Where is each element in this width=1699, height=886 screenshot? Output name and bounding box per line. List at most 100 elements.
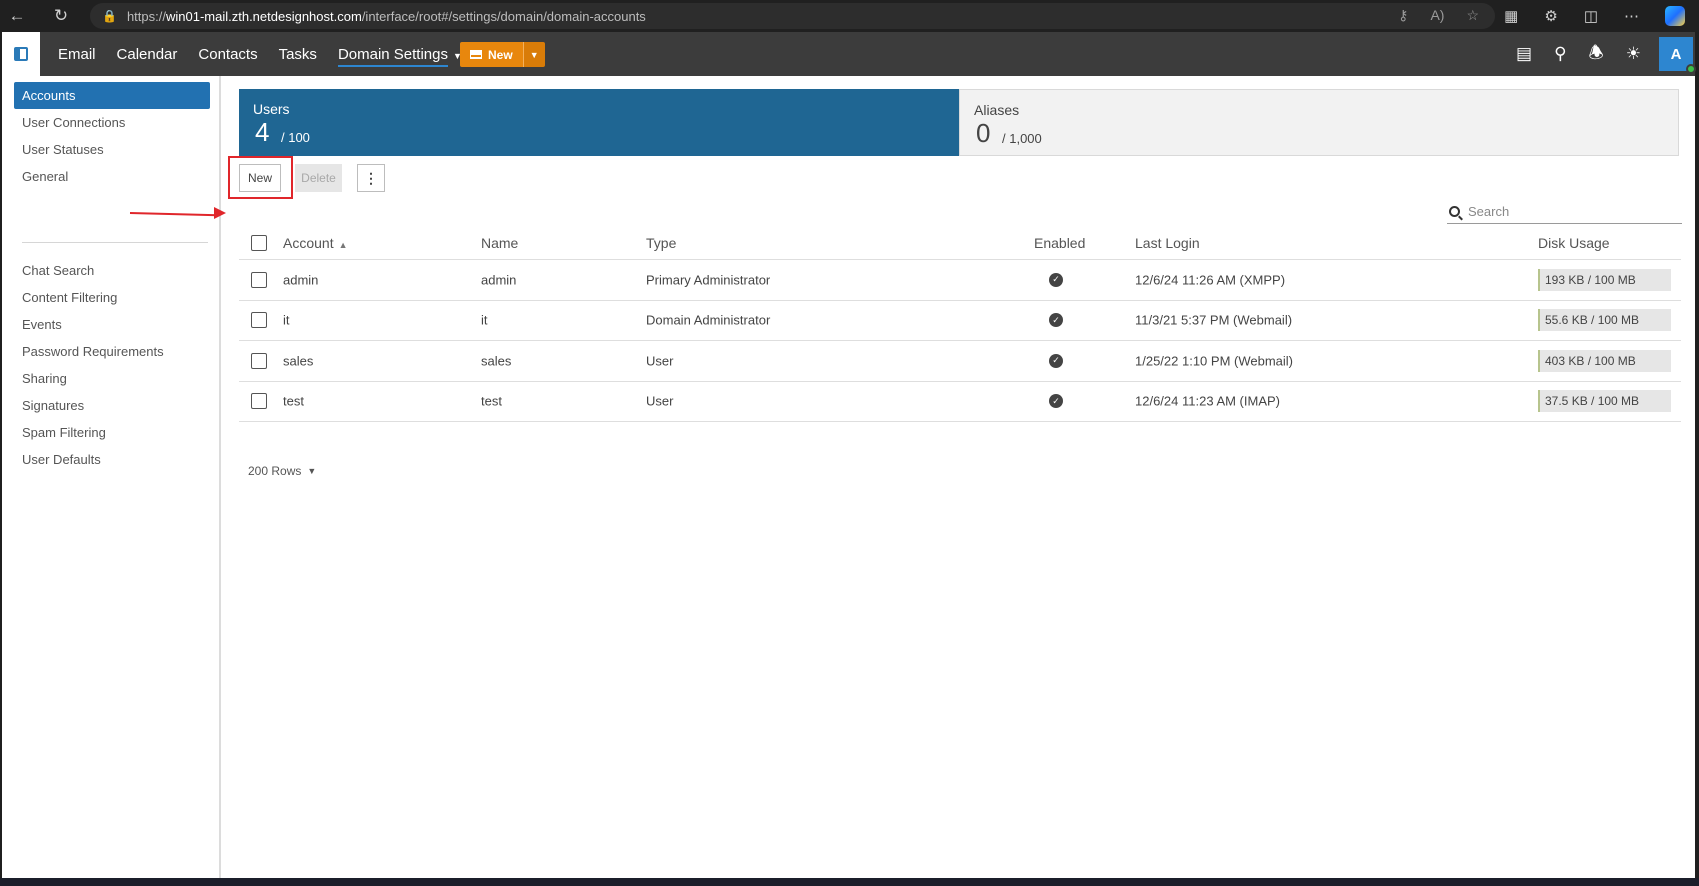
top-navigation: Email Calendar Contacts Tasks Domain Set…: [2, 32, 1696, 76]
lock-icon: 🔒: [102, 9, 117, 23]
sidebar-item-spam-filtering[interactable]: Spam Filtering: [14, 419, 210, 446]
extensions-icon[interactable]: ⚙: [1544, 7, 1557, 25]
aliases-tab-card[interactable]: Aliases 0 / 1,000: [959, 89, 1679, 156]
column-header-enabled[interactable]: Enabled: [1034, 235, 1085, 251]
rows-per-page-select[interactable]: 200 Rows ▼: [248, 464, 316, 478]
users-max: / 100: [281, 130, 310, 145]
more-options-icon[interactable]: ⋯: [1624, 7, 1639, 25]
cell-disk-usage: 55.6 KB / 100 MB: [1538, 309, 1671, 332]
sidebar-item-password-requirements[interactable]: Password Requirements: [14, 338, 210, 365]
key-icon[interactable]: ⚷: [1398, 7, 1408, 24]
settings-sidebar: Accounts User Connections User Statuses …: [2, 76, 221, 878]
envelope-icon: [470, 50, 482, 59]
new-item-dropdown[interactable]: ▼: [522, 42, 545, 67]
nav-domain-settings[interactable]: Domain Settings ▼: [337, 45, 462, 67]
table-row[interactable]: admin admin Primary Administrator ✓ 12/6…: [239, 260, 1681, 301]
sidebar-item-user-defaults[interactable]: User Defaults: [14, 446, 210, 473]
delete-account-button[interactable]: Delete: [295, 164, 342, 192]
sidebar-item-sharing[interactable]: Sharing: [14, 365, 210, 392]
accounts-main: Users 4 / 100 Aliases 0 / 1,000 New Dele…: [129, 76, 1695, 878]
column-header-disk-usage[interactable]: Disk Usage: [1538, 235, 1610, 251]
new-item-button[interactable]: New: [460, 42, 523, 67]
column-header-account-label: Account: [283, 234, 334, 251]
panel-icon: [14, 47, 28, 61]
cell-last-login: 1/25/22 1:10 PM (Webmail): [1135, 353, 1293, 369]
sidebar-item-general[interactable]: General: [14, 163, 210, 190]
select-all-checkbox[interactable]: [251, 234, 267, 251]
url-path: /interface/root#/settings/domain/domain-…: [361, 8, 646, 24]
chat-icon[interactable]: ▤: [1516, 44, 1532, 64]
aliases-max: / 1,000: [1002, 131, 1042, 146]
cell-account: test: [283, 393, 304, 409]
webmail-app: Email Calendar Contacts Tasks Domain Set…: [2, 32, 1696, 878]
column-header-last-login[interactable]: Last Login: [1135, 235, 1200, 251]
row-checkbox[interactable]: [251, 271, 267, 288]
nav-email[interactable]: Email: [58, 46, 96, 63]
accounts-table: Account ▲ Name Type Enabled Last Login Di…: [239, 226, 1681, 422]
table-row[interactable]: sales sales User ✓ 1/25/22 1:10 PM (Webm…: [239, 341, 1681, 382]
cell-disk-usage: 403 KB / 100 MB: [1538, 349, 1671, 372]
cell-last-login: 12/6/24 11:23 AM (IMAP): [1135, 393, 1280, 409]
bell-icon[interactable]: 🕭: [1589, 40, 1604, 69]
column-header-type[interactable]: Type: [646, 235, 676, 251]
annotation-arrow-head: [214, 207, 226, 219]
translate-icon[interactable]: ▦: [1504, 7, 1518, 25]
users-card-label: Users: [253, 101, 290, 117]
url-prefix: https://: [126, 8, 166, 24]
row-checkbox[interactable]: [251, 352, 267, 369]
cell-name: sales: [481, 353, 512, 369]
cell-name: it: [481, 312, 488, 328]
column-header-account[interactable]: Account ▲: [283, 235, 348, 251]
enabled-check-icon: ✓: [1049, 272, 1063, 287]
row-checkbox[interactable]: [251, 312, 267, 329]
nav-tasks[interactable]: Tasks: [279, 46, 317, 63]
sidebar-item-chat-search[interactable]: Chat Search: [14, 257, 210, 284]
users-tab-card[interactable]: Users 4 / 100: [239, 89, 959, 156]
sidebar-item-user-statuses[interactable]: User Statuses: [14, 136, 210, 163]
row-checkbox[interactable]: [251, 393, 267, 410]
sort-ascending-icon: ▲: [338, 239, 348, 250]
sidebar-divider: [22, 242, 208, 243]
user-avatar[interactable]: A: [1659, 37, 1696, 74]
enabled-check-icon: ✓: [1049, 394, 1063, 409]
avatar-initial: A: [1670, 45, 1682, 63]
more-actions-icon[interactable]: ⋮: [357, 164, 385, 192]
sidebar-item-accounts[interactable]: Accounts: [14, 82, 210, 109]
nav-calendar[interactable]: Calendar: [117, 46, 178, 63]
sidebar-item-signatures[interactable]: Signatures: [14, 392, 210, 419]
search-icon[interactable]: ⚲: [1554, 44, 1566, 64]
theme-sun-icon[interactable]: ☀: [1626, 44, 1641, 64]
cell-type: Domain Administrator: [646, 312, 771, 328]
copilot-icon[interactable]: [1665, 6, 1685, 26]
column-header-name[interactable]: Name: [481, 235, 518, 251]
table-header-row: Account ▲ Name Type Enabled Last Login Di…: [239, 226, 1681, 260]
sidebar-toggle-button[interactable]: [2, 32, 40, 76]
address-bar[interactable]: 🔒 https:// win01-mail.zth.netdesignhost.…: [90, 3, 1495, 29]
search-icon: [1449, 206, 1460, 217]
online-status-dot: [1686, 64, 1696, 74]
aliases-count: 0: [976, 118, 991, 148]
cell-account: it: [283, 312, 290, 328]
table-row[interactable]: test test User ✓ 12/6/24 11:23 AM (IMAP)…: [239, 382, 1681, 422]
cell-account: sales: [283, 353, 314, 369]
sidebar-item-user-connections[interactable]: User Connections: [14, 109, 210, 136]
sidebar-item-events[interactable]: Events: [14, 311, 210, 338]
sidebar-item-content-filtering[interactable]: Content Filtering: [14, 284, 210, 311]
search-field[interactable]: Search: [1447, 200, 1682, 224]
cell-last-login: 11/3/21 5:37 PM (Webmail): [1135, 312, 1293, 328]
taskbar-strip: [0, 878, 1699, 886]
users-count: 4: [255, 117, 270, 147]
favorite-star-icon[interactable]: ☆: [1466, 7, 1479, 24]
read-aloud-icon[interactable]: A): [1430, 7, 1444, 24]
search-placeholder: Search: [1468, 204, 1510, 219]
browser-toolbar: ← ↻ 🔒 https:// win01-mail.zth.netdesignh…: [0, 0, 1699, 32]
cell-account: admin: [283, 272, 319, 288]
back-icon[interactable]: ←: [0, 0, 34, 32]
enabled-check-icon: ✓: [1049, 313, 1063, 328]
nav-contacts[interactable]: Contacts: [198, 46, 257, 63]
new-account-button[interactable]: New: [239, 164, 281, 192]
cell-name: test: [481, 393, 502, 409]
refresh-icon[interactable]: ↻: [44, 0, 78, 32]
split-screen-icon[interactable]: ◫: [1584, 7, 1598, 25]
table-row[interactable]: it it Domain Administrator ✓ 11/3/21 5:3…: [239, 301, 1681, 341]
